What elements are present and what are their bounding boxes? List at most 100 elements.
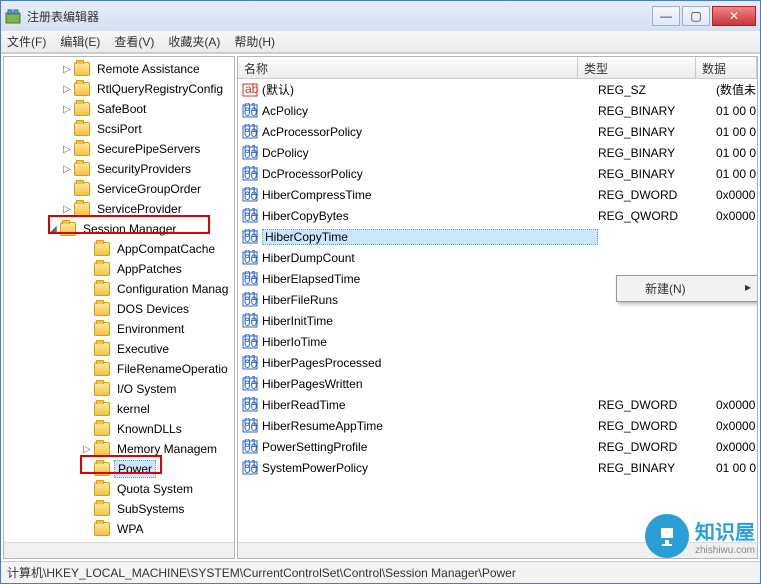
folder-icon bbox=[94, 342, 110, 356]
tree-label: Environment bbox=[114, 321, 187, 337]
tree-item[interactable]: AppPatches bbox=[4, 259, 234, 279]
value-data: 0x0000 bbox=[716, 419, 757, 433]
twisty-icon[interactable]: ▷ bbox=[60, 144, 74, 155]
context-item-new[interactable]: 新建(N)▸ bbox=[617, 276, 758, 301]
menu-edit[interactable]: 编辑(E) bbox=[60, 33, 100, 50]
folder-icon bbox=[74, 102, 90, 116]
twisty-icon[interactable]: ▷ bbox=[60, 84, 74, 95]
list-pane[interactable]: 名称 类型 数据 ab(默认)REG_SZ(数值未01100011AcPolic… bbox=[237, 56, 758, 559]
list-row[interactable]: 01100011HiberInitTime bbox=[238, 310, 757, 331]
col-data[interactable]: 数据 bbox=[696, 57, 757, 78]
binary-value-icon: 01100011 bbox=[242, 439, 258, 455]
menu-favorites[interactable]: 收藏夹(A) bbox=[168, 33, 220, 50]
folder-icon bbox=[60, 222, 76, 236]
list-row[interactable]: 01100011HiberResumeAppTimeREG_DWORD0x000… bbox=[238, 415, 757, 436]
tree-item[interactable]: FileRenameOperatio bbox=[4, 359, 234, 379]
tree-item[interactable]: ▷SecurityProviders bbox=[4, 159, 234, 179]
tree-item[interactable]: ServiceGroupOrder bbox=[4, 179, 234, 199]
value-name: HiberCopyBytes bbox=[262, 209, 598, 223]
folder-icon bbox=[94, 482, 110, 496]
twisty-icon[interactable]: ▷ bbox=[60, 204, 74, 215]
value-name: HiberReadTime bbox=[262, 398, 598, 412]
twisty-icon[interactable]: ◢ bbox=[46, 224, 60, 235]
folder-icon bbox=[94, 462, 110, 476]
tree-item[interactable]: AppCompatCache bbox=[4, 239, 234, 259]
tree-label: SecurePipeServers bbox=[94, 141, 203, 157]
tree-item[interactable]: ▷ RtlQueryRegistryConfig bbox=[4, 79, 234, 99]
list-row[interactable]: 01100011HiberCopyBytesREG_QWORD0x0000 bbox=[238, 205, 757, 226]
value-name: AcPolicy bbox=[262, 104, 598, 118]
tree-item[interactable]: KnownDLLs bbox=[4, 419, 234, 439]
svg-text:0011: 0011 bbox=[244, 294, 258, 308]
tree-label: RtlQueryRegistryConfig bbox=[94, 81, 226, 97]
menu-file[interactable]: 文件(F) bbox=[7, 33, 46, 50]
watermark-badge: 知识屋zhishiwu.com bbox=[645, 514, 755, 558]
value-name: PowerSettingProfile bbox=[262, 440, 598, 454]
tree-item[interactable]: ◢Session Manager bbox=[4, 219, 234, 239]
tree-item[interactable]: ▷SafeBoot bbox=[4, 99, 234, 119]
tree-item[interactable]: ▷Remote Assistance bbox=[4, 59, 234, 79]
value-type: REG_DWORD bbox=[598, 188, 716, 202]
list-row[interactable]: 01100011HiberPagesWritten bbox=[238, 373, 757, 394]
tree-pane[interactable]: ▷Remote Assistance▷RtlQueryRegistryConfi… bbox=[3, 56, 235, 559]
value-name: HiberCopyTime bbox=[262, 229, 598, 245]
col-type[interactable]: 类型 bbox=[578, 57, 696, 78]
tree-label: WPA bbox=[114, 521, 146, 537]
tree-item[interactable]: ▷Memory Managem bbox=[4, 439, 234, 459]
twisty-icon[interactable]: ▷ bbox=[60, 164, 74, 175]
tree-item[interactable]: DOS Devices bbox=[4, 299, 234, 319]
value-data: 0x0000 bbox=[716, 209, 757, 223]
tree-item[interactable]: Configuration Manag bbox=[4, 279, 234, 299]
maximize-button[interactable]: ▢ bbox=[682, 6, 710, 26]
tree-item[interactable]: Environment bbox=[4, 319, 234, 339]
list-row[interactable]: 01100011HiberDumpCount bbox=[238, 247, 757, 268]
twisty-icon[interactable]: ▷ bbox=[60, 104, 74, 115]
tree-label: ScsiPort bbox=[94, 121, 145, 137]
value-type: REG_DWORD bbox=[598, 398, 716, 412]
tree-item[interactable]: WPA bbox=[4, 519, 234, 539]
list-row[interactable]: 01100011HiberCopyTime bbox=[238, 226, 757, 247]
tree-item[interactable]: Executive bbox=[4, 339, 234, 359]
value-type: REG_SZ bbox=[598, 83, 716, 97]
tree-item[interactable]: ScsiPort bbox=[4, 119, 234, 139]
menu-view[interactable]: 查看(V) bbox=[114, 33, 154, 50]
tree-hscroll[interactable] bbox=[4, 542, 234, 558]
list-row[interactable]: 01100011HiberPagesProcessed bbox=[238, 352, 757, 373]
svg-text:0011: 0011 bbox=[244, 315, 258, 329]
folder-icon bbox=[94, 262, 110, 276]
tree-item[interactable]: ▷ SecurePipeServers bbox=[4, 139, 234, 159]
list-row[interactable]: 01100011AcPolicyREG_BINARY01 00 0 bbox=[238, 100, 757, 121]
tree-label: AppCompatCache bbox=[114, 241, 218, 257]
list-row[interactable]: ab(默认)REG_SZ(数值未 bbox=[238, 79, 757, 100]
tree-item[interactable]: SubSystems bbox=[4, 499, 234, 519]
tree-item[interactable]: Power bbox=[4, 459, 234, 479]
list-row[interactable]: 01100011AcProcessorPolicyREG_BINARY01 00… bbox=[238, 121, 757, 142]
value-data: 01 00 0 bbox=[716, 461, 757, 475]
list-row[interactable]: 01100011HiberIoTime bbox=[238, 331, 757, 352]
tree-item[interactable]: ▷ ServiceProvider bbox=[4, 199, 234, 219]
list-row[interactable]: 01100011DcProcessorPolicyREG_BINARY01 00… bbox=[238, 163, 757, 184]
tree-item[interactable]: Quota System bbox=[4, 479, 234, 499]
list-row[interactable]: 01100011HiberCompressTimeREG_DWORD0x0000 bbox=[238, 184, 757, 205]
window-title: 注册表编辑器 bbox=[27, 8, 652, 25]
list-row[interactable]: 01100011DcPolicyREG_BINARY01 00 0 bbox=[238, 142, 757, 163]
binary-value-icon: 01100011 bbox=[242, 397, 258, 413]
menu-help[interactable]: 帮助(H) bbox=[234, 33, 275, 50]
col-name[interactable]: 名称 bbox=[238, 57, 578, 78]
folder-icon bbox=[94, 402, 110, 416]
twisty-icon[interactable]: ▷ bbox=[80, 444, 94, 455]
tree-label: KnownDLLs bbox=[114, 421, 185, 437]
svg-text:0011: 0011 bbox=[244, 210, 258, 224]
tree-item[interactable]: kernel bbox=[4, 399, 234, 419]
minimize-button[interactable]: — bbox=[652, 6, 680, 26]
close-button[interactable]: ✕ bbox=[712, 6, 756, 26]
list-row[interactable]: 01100011PowerSettingProfileREG_DWORD0x00… bbox=[238, 436, 757, 457]
twisty-icon[interactable]: ▷ bbox=[60, 64, 74, 75]
folder-icon bbox=[74, 82, 90, 96]
folder-icon bbox=[74, 202, 90, 216]
list-row[interactable]: 01100011SystemPowerPolicyREG_BINARY01 00… bbox=[238, 457, 757, 478]
list-row[interactable]: 01100011HiberReadTimeREG_DWORD0x0000 bbox=[238, 394, 757, 415]
folder-icon bbox=[74, 182, 90, 196]
tree-label: ServiceProvider bbox=[94, 201, 185, 217]
tree-item[interactable]: I/O System bbox=[4, 379, 234, 399]
